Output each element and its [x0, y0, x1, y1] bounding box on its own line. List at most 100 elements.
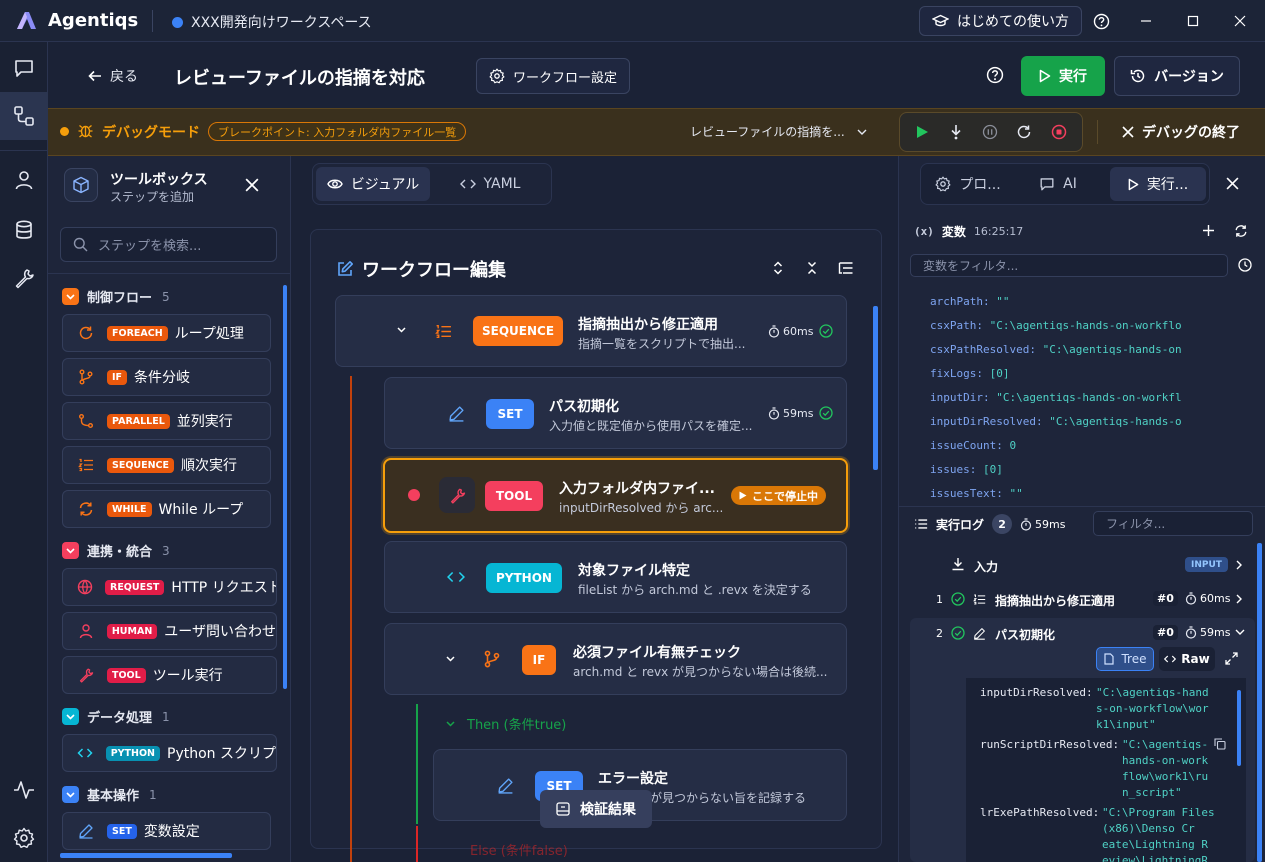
variable-row[interactable]: issueCount: 0 — [930, 439, 1016, 452]
tool-item-while[interactable]: WHILE While ループ — [62, 490, 271, 528]
step-search-input[interactable]: ステップを検索... — [60, 227, 277, 262]
chevron-down-icon[interactable] — [446, 656, 455, 662]
user-icon[interactable] — [12, 168, 36, 192]
category-integration[interactable]: 連携・統合 3 — [62, 541, 170, 560]
log-row-set[interactable]: 2 パス初期化 #0 59ms — [910, 616, 1255, 650]
category-data-processing[interactable]: データ処理 1 — [62, 707, 170, 726]
tool-item-set[interactable]: SET 変数設定 — [62, 812, 271, 850]
tool-item-if[interactable]: IF 条件分岐 — [62, 358, 271, 396]
wrench-icon — [439, 477, 475, 513]
toolbox-horizontal-scrollbar[interactable] — [60, 853, 232, 858]
tool-item-human[interactable]: HUMAN ユーザ問い合わせ — [62, 612, 277, 650]
raw-view-button[interactable]: Raw — [1159, 647, 1215, 671]
collapse-all-icon[interactable] — [804, 260, 820, 276]
continue-icon[interactable] — [915, 125, 929, 139]
variable-row[interactable]: csxPath: "C:\agentiqs-hands-on-workflo — [930, 319, 1182, 332]
node-set-path-init[interactable]: SET パス初期化 入力値と既定値から使用パスを確定... 59ms — [384, 377, 847, 449]
tree-view-button[interactable]: Tree — [1096, 647, 1154, 671]
log-duration-value: 59ms — [1200, 626, 1231, 639]
tab-properties[interactable]: プロ... — [925, 167, 1011, 201]
variable-row[interactable]: inputDir: "C:\agentiqs-hands-on-workfl — [930, 391, 1182, 404]
tool-item-foreach[interactable]: FOREACH ループ処理 — [62, 314, 271, 352]
tab-ai[interactable]: AI — [1018, 167, 1098, 201]
settings-icon[interactable] — [12, 826, 36, 850]
variable-row[interactable]: csxPathResolved: "C:\agentiqs-hands-on — [930, 343, 1182, 356]
stop-icon[interactable] — [1051, 124, 1067, 140]
close-window-icon[interactable] — [1230, 11, 1250, 31]
variable-row[interactable]: archPath: "" — [930, 295, 1009, 308]
chat-icon — [1040, 178, 1054, 191]
then-branch-header[interactable]: Then (条件true) — [446, 714, 566, 733]
node-python[interactable]: PYTHON 対象ファイル特定 fileList から arch.md と .r… — [384, 541, 847, 613]
divider — [1097, 120, 1098, 144]
editor-scrollbar[interactable] — [873, 306, 878, 470]
node-if[interactable]: IF 必須ファイル有無チェック arch.md と revx が見つからない場合… — [384, 623, 847, 695]
workflow-icon[interactable] — [12, 104, 36, 128]
variable-key: inputDirResolved: — [930, 415, 1043, 428]
node-tool-paused[interactable]: TOOL 入力フォルダ内ファイ... inputDirResolved から a… — [383, 458, 848, 533]
step-into-icon[interactable] — [948, 124, 964, 140]
variable-filter-placeholder: 変数をフィルタ... — [923, 259, 1019, 273]
tool-item-request[interactable]: REQUEST HTTP リクエスト — [62, 568, 277, 606]
close-icon[interactable] — [245, 178, 259, 192]
clock-icon[interactable] — [1238, 258, 1252, 272]
log-filter-input[interactable]: フィルタ... — [1093, 511, 1253, 536]
json-scrollbar[interactable] — [1237, 690, 1241, 766]
refresh-icon[interactable] — [1234, 224, 1248, 238]
tab-execution[interactable]: 実行... — [1110, 167, 1206, 201]
run-button[interactable]: 実行 — [1021, 56, 1105, 96]
workspace-selector[interactable]: XXX開発向けワークスペース — [172, 12, 372, 32]
minimize-icon[interactable] — [1136, 11, 1156, 31]
tab-yaml[interactable]: YAML — [440, 167, 540, 201]
tab-visual[interactable]: ビジュアル — [316, 167, 430, 201]
variable-row[interactable]: issuesText: "" — [930, 487, 1023, 500]
version-button[interactable]: バージョン — [1114, 56, 1240, 96]
close-icon[interactable] — [1226, 177, 1239, 190]
right-panel-scrollbar[interactable] — [1257, 543, 1262, 862]
tab-ai-label: AI — [1063, 176, 1077, 192]
back-button[interactable]: 戻る — [88, 66, 138, 86]
category-control-flow[interactable]: 制御フロー 5 — [62, 287, 170, 306]
variable-row[interactable]: issues: [0] — [930, 463, 1003, 476]
log-label: 指摘抽出から修正適用 — [995, 594, 1116, 608]
activity-icon[interactable] — [12, 778, 36, 802]
variable-row[interactable]: fixLogs: [0] — [930, 367, 1009, 380]
getting-started-button[interactable]: はじめての使い方 — [919, 6, 1082, 36]
copy-icon[interactable] — [1214, 738, 1226, 750]
tool-item-tool[interactable]: TOOL ツール実行 — [62, 656, 277, 694]
outline-icon[interactable] — [838, 260, 854, 276]
log-row-sequence[interactable]: 1 指摘抽出から修正適用 #0 60ms — [910, 582, 1255, 616]
variable-row[interactable]: inputDirResolved: "C:\agentiqs-hands-o — [930, 415, 1182, 428]
tool-item-sequence[interactable]: SEQUENCE 順次実行 — [62, 446, 271, 484]
log-row-input[interactable]: 入力 INPUT — [910, 548, 1255, 582]
wrench-icon[interactable] — [12, 266, 36, 290]
database-icon[interactable] — [12, 218, 36, 242]
workflow-settings-button[interactable]: ワークフロー設定 — [476, 58, 631, 94]
end-debug-button[interactable]: デバッグの終了 — [1122, 122, 1240, 142]
add-icon[interactable] — [1202, 224, 1215, 237]
expand-all-icon[interactable] — [770, 260, 786, 276]
tool-item-python[interactable]: PYTHON Python スクリプ — [62, 734, 277, 772]
node-duration-value: 60ms — [783, 324, 814, 338]
wrench-icon — [77, 666, 95, 684]
globe-icon — [77, 578, 93, 596]
help-icon[interactable] — [986, 66, 1004, 84]
tool-tag: PYTHON — [105, 745, 161, 761]
expand-icon[interactable] — [1225, 652, 1238, 665]
chevron-down-icon[interactable] — [397, 327, 406, 333]
validation-result-button[interactable]: 検証結果 — [540, 790, 652, 828]
help-icon[interactable] — [1091, 11, 1111, 31]
restart-icon[interactable] — [1016, 124, 1032, 140]
debug-workflow-select[interactable]: レビューファイルの指摘を... — [690, 123, 867, 140]
app-logo: Agentiqs — [14, 9, 138, 31]
breakpoint-dot[interactable] — [408, 489, 420, 501]
tool-item-parallel[interactable]: PARALLEL 並列実行 — [62, 402, 271, 440]
maximize-icon[interactable] — [1183, 11, 1203, 31]
variable-filter-input[interactable]: 変数をフィルタ... — [910, 254, 1228, 277]
category-basic[interactable]: 基本操作 1 — [62, 785, 157, 804]
chat-icon[interactable] — [12, 56, 36, 80]
node-sequence[interactable]: SEQUENCE 指摘抽出から修正適用 指摘一覧をスクリプトで抽出... 60m… — [335, 295, 847, 367]
toolbox-scrollbar[interactable] — [283, 285, 287, 689]
play-icon — [1128, 178, 1139, 190]
pause-icon[interactable] — [982, 124, 998, 140]
